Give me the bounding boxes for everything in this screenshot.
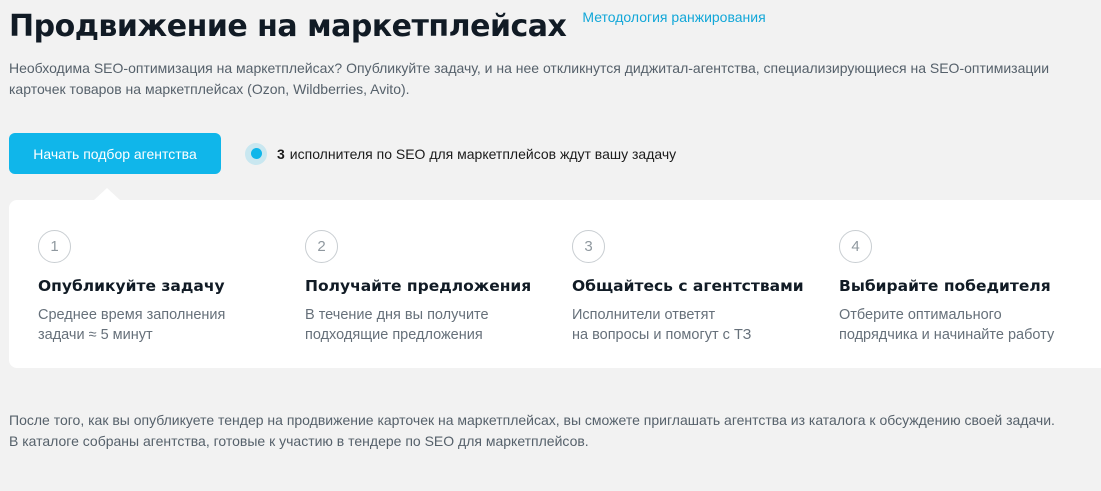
start-agency-selection-button[interactable]: Начать подбор агентства — [9, 133, 221, 174]
executors-status-text: исполнителя по SEO для маркетплейсов жду… — [289, 145, 677, 162]
executors-count: 3 — [277, 145, 285, 162]
step-description-line: Среднее время заполнения — [38, 307, 226, 323]
step-description-line: задачи ≈ 5 минут — [38, 327, 153, 343]
step-description-line: на вопросы и помогут с ТЗ — [572, 327, 752, 343]
step-description: Отберите оптимального подрядчика и начин… — [839, 305, 1089, 345]
step-description-line: Отберите оптимального — [839, 307, 1002, 323]
step-number-badge: 3 — [572, 230, 605, 263]
step-description-line: подрядчика и начинайте работу — [839, 327, 1055, 343]
methodology-link[interactable]: Методология ранжирования — [582, 9, 765, 25]
step-1: 1 Опубликуйте задачу Среднее время запол… — [38, 230, 288, 345]
step-number-badge: 2 — [305, 230, 338, 263]
step-description-line: В течение дня вы получите — [305, 307, 489, 323]
steps-card: 1 Опубликуйте задачу Среднее время запол… — [9, 188, 1101, 368]
step-title: Получайте предложения — [305, 277, 532, 295]
step-description-line: подходящие предложения — [305, 327, 483, 343]
available-executors-status: 3 исполнителя по SEO для маркетплейсов ж… — [245, 142, 677, 165]
step-4: 4 Выбирайте победителя Отберите оптималь… — [839, 230, 1089, 345]
footer-text: После того, как вы опубликуете тендер на… — [9, 410, 1094, 452]
step-title: Опубликуйте задачу — [38, 277, 225, 295]
step-description-line: Исполнители ответят — [572, 307, 716, 323]
page-title: Продвижение на маркетплейсах — [9, 9, 567, 44]
intro-text: Необходима SEO-оптимизация на маркетплей… — [9, 60, 1050, 97]
step-description: В течение дня вы получите подходящие пре… — [305, 305, 555, 345]
step-description: Исполнители ответят на вопросы и помогут… — [572, 305, 822, 345]
step-3: 3 Общайтесь с агентствами Исполнители от… — [572, 230, 822, 345]
footer-paragraph: После того, как вы опубликуете тендер на… — [9, 412, 1055, 428]
step-description: Среднее время заполнения задачи ≈ 5 мину… — [38, 305, 288, 345]
step-2: 2 Получайте предложения В течение дня вы… — [305, 230, 555, 345]
page-header: Продвижение на маркетплейсах Методология… — [9, 6, 766, 48]
online-indicator-icon — [245, 142, 267, 165]
cta-row: Начать подбор агентства 3 исполнителя по… — [9, 133, 676, 174]
footer-paragraph: В каталоге собраны агентства, готовые к … — [9, 433, 589, 449]
step-title: Выбирайте победителя — [839, 277, 1051, 295]
step-title: Общайтесь с агентствами — [572, 277, 804, 295]
step-number-badge: 1 — [38, 230, 71, 263]
step-number-badge: 4 — [839, 230, 872, 263]
